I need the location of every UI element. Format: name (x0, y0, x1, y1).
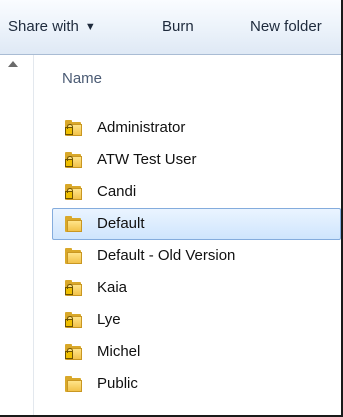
list-item-michel[interactable]: Michel (52, 336, 341, 368)
locked-folder-icon (65, 152, 83, 168)
list-item-default-old-version[interactable]: Default - Old Version (52, 240, 341, 272)
locked-folder-icon (65, 184, 83, 200)
explorer-window: Share with ▼ Burn New folder Name Adminis… (0, 0, 343, 417)
item-name: Candi (97, 183, 137, 200)
share-with-button[interactable]: Share with ▼ (8, 0, 96, 54)
item-name: Default (97, 215, 145, 232)
folder-icon (65, 216, 83, 232)
list-item-lye[interactable]: Lye (52, 304, 341, 336)
column-header-name[interactable]: Name (62, 70, 102, 87)
locked-folder-icon (65, 312, 83, 328)
item-name: Administrator (97, 119, 186, 136)
item-name: Default - Old Version (97, 247, 236, 264)
new-folder-button[interactable]: New folder (250, 0, 322, 54)
item-name: Lye (97, 311, 121, 328)
list-item-atw-test-user[interactable]: ATW Test User (52, 144, 341, 176)
share-with-label: Share with (8, 18, 79, 35)
file-list: Administrator ATW Test User Candi Defaul… (52, 112, 341, 400)
locked-folder-icon (65, 280, 83, 296)
navigation-pane (0, 55, 34, 415)
item-name: ATW Test User (97, 151, 197, 168)
locked-folder-icon (65, 344, 83, 360)
list-item-default[interactable]: Default (52, 208, 341, 240)
item-name: Kaia (97, 279, 128, 296)
list-item-candi[interactable]: Candi (52, 176, 341, 208)
item-name: Public (97, 375, 138, 392)
dropdown-arrow-icon: ▼ (84, 21, 96, 33)
list-item-administrator[interactable]: Administrator (52, 112, 341, 144)
burn-button[interactable]: Burn (162, 0, 194, 54)
list-item-public[interactable]: Public (52, 368, 341, 400)
command-bar: Share with ▼ Burn New folder (0, 0, 341, 55)
scroll-up-arrow-icon[interactable] (8, 61, 18, 67)
list-item-kaia[interactable]: Kaia (52, 272, 341, 304)
folder-icon (65, 376, 83, 392)
item-name: Michel (97, 343, 141, 360)
locked-folder-icon (65, 120, 83, 136)
folder-icon (65, 248, 83, 264)
